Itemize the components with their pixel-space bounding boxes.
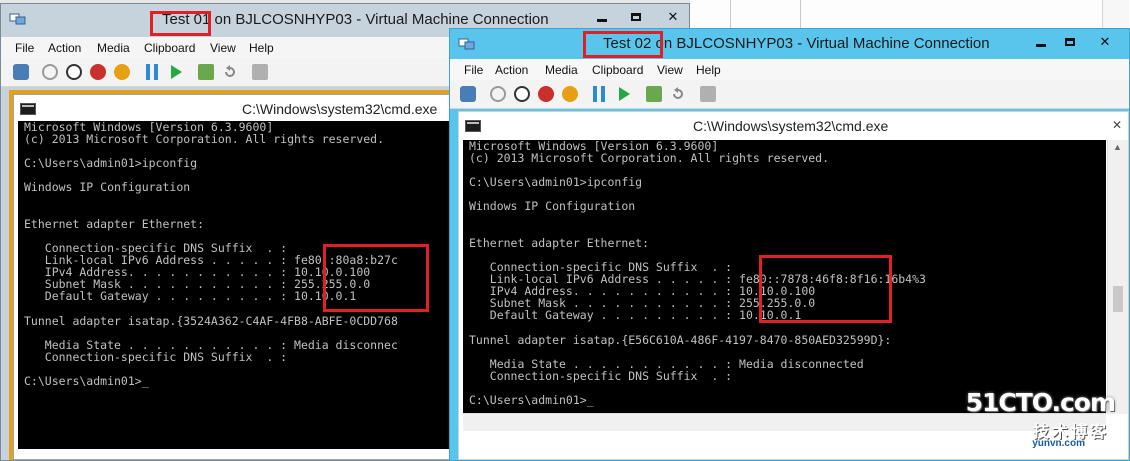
minimize-icon <box>597 18 607 22</box>
menu-help[interactable]: Help <box>696 63 721 77</box>
turn-off-icon[interactable] <box>66 64 82 80</box>
resume-icon[interactable] <box>168 64 184 80</box>
title-bar[interactable]: Test 02 on BJLCOSNHYP03 - Virtual Machin… <box>450 29 1129 59</box>
window-title-rest: on BJLCOSNHYP03 - Virtual Machine Connec… <box>655 35 990 52</box>
watermark-main: 51CTO.com <box>965 388 1116 417</box>
caption-buttons: ✕ <box>585 6 689 28</box>
menu-file[interactable]: File <box>15 41 34 55</box>
menu-view[interactable]: View <box>657 63 683 77</box>
shut-down-icon[interactable] <box>90 64 106 80</box>
caption-buttons: ✕ <box>1027 31 1125 53</box>
highlight-box-vm-name <box>583 31 663 58</box>
highlight-box-vm-name <box>150 11 211 36</box>
menu-bar: File Action Media Clipboard View Help <box>450 59 1129 80</box>
close-icon: ✕ <box>667 9 679 24</box>
maximize-button[interactable] <box>1055 31 1085 53</box>
revert-icon[interactable] <box>222 64 238 80</box>
scroll-up-icon[interactable]: ▲ <box>1113 142 1122 152</box>
close-button[interactable]: ✕ <box>1085 31 1125 53</box>
console-line: C:\Users\admin01>ipconfig <box>469 175 643 190</box>
save-state-icon[interactable] <box>562 86 578 102</box>
toolbar <box>450 80 1129 109</box>
menu-help[interactable]: Help <box>249 41 274 55</box>
cmd-title: C:\Windows\system32\cmd.exe <box>242 101 438 117</box>
cmd-icon <box>465 120 481 132</box>
start-icon[interactable] <box>42 64 58 80</box>
menu-file[interactable]: File <box>464 63 483 77</box>
highlight-box-ip-config <box>323 244 429 312</box>
console-line: Tunnel adapter isatap.{E56C610A-486F-419… <box>469 332 892 347</box>
cmd-icon <box>20 103 36 115</box>
console-line: Windows IP Configuration <box>469 199 636 214</box>
shut-down-icon[interactable] <box>538 86 554 102</box>
watermark-url: yunvn.com <box>1032 438 1085 449</box>
console-scrollbar[interactable]: ▲ <box>1107 140 1128 414</box>
menu-media[interactable]: Media <box>97 41 130 55</box>
minimize-button[interactable] <box>1027 31 1055 53</box>
start-icon[interactable] <box>490 86 506 102</box>
turn-off-icon[interactable] <box>514 86 530 102</box>
console-line: Ethernet adapter Ethernet: <box>469 235 650 250</box>
console-line: Media State . . . . . . . . . . . : Medi… <box>469 356 864 371</box>
cmd-title-bar[interactable]: C:\Windows\system32\cmd.exe ✕ <box>459 112 1128 140</box>
checkpoint-icon[interactable] <box>198 64 214 80</box>
checkpoint-icon[interactable] <box>646 86 662 102</box>
maximize-button[interactable] <box>619 6 653 28</box>
enhanced-session-icon[interactable] <box>252 64 268 80</box>
window-title-rest: on BJLCOSNHYP03 - Virtual Machine Connec… <box>214 11 549 28</box>
minimize-button[interactable] <box>585 6 619 28</box>
cmd-close-icon[interactable]: ✕ <box>1112 118 1122 132</box>
ctrl-alt-del-icon[interactable] <box>460 86 476 102</box>
close-button[interactable]: ✕ <box>653 6 689 28</box>
console-line: (c) 2013 Microsoft Corporation. All righ… <box>469 151 830 166</box>
watermark-logo: 51CTO.com 技术博客 yunvn.com <box>966 386 1116 452</box>
menu-view[interactable]: View <box>210 41 236 55</box>
vm-window-test02: Test 02 on BJLCOSNHYP03 - Virtual Machin… <box>449 28 1130 461</box>
maximize-icon <box>631 13 641 21</box>
menu-action[interactable]: Action <box>48 41 81 55</box>
window-title: Test 01 on BJLCOSNHYP03 - Virtual Machin… <box>162 11 549 28</box>
save-state-icon[interactable] <box>114 64 130 80</box>
close-icon: ✕ <box>1099 34 1111 49</box>
pause-icon[interactable] <box>593 86 605 102</box>
menu-clipboard[interactable]: Clipboard <box>144 41 195 55</box>
enhanced-session-icon[interactable] <box>700 86 716 102</box>
maximize-icon <box>1065 38 1075 46</box>
menu-action[interactable]: Action <box>495 63 528 77</box>
vm-connection-icon <box>9 13 26 25</box>
cmd-title: C:\Windows\system32\cmd.exe <box>693 118 889 134</box>
revert-icon[interactable] <box>670 86 686 102</box>
console-line: Connection-specific DNS Suffix . : <box>469 368 733 383</box>
minimize-icon <box>1036 43 1046 47</box>
pause-icon[interactable] <box>146 64 158 80</box>
scrollbar-thumb[interactable] <box>1113 286 1123 312</box>
vm-connection-icon <box>458 38 475 50</box>
resume-icon[interactable] <box>616 86 632 102</box>
highlight-box-ip-config <box>759 255 892 323</box>
ctrl-alt-del-icon[interactable] <box>13 64 29 80</box>
menu-clipboard[interactable]: Clipboard <box>592 63 643 77</box>
menu-media[interactable]: Media <box>545 63 578 77</box>
